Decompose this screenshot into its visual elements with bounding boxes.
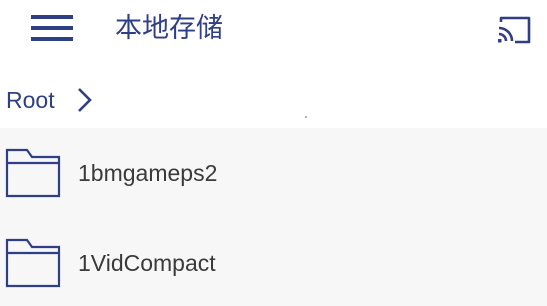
toolbar: 本地存储 (0, 0, 547, 60)
cast-button[interactable] (495, 13, 533, 45)
menu-button[interactable] (28, 10, 76, 46)
breadcrumb-root[interactable]: Root (6, 87, 55, 113)
folder-icon (5, 238, 61, 288)
folder-icon (5, 148, 61, 198)
divider-dot (305, 116, 307, 118)
folder-name: 1bmgameps2 (78, 160, 218, 186)
cast-icon (498, 16, 531, 44)
list-item-folder[interactable]: 1bmgameps2 (0, 128, 547, 218)
list-item-folder[interactable]: 1VidCompact (0, 218, 547, 306)
folder-name: 1VidCompact (78, 250, 216, 276)
page-title: 本地存储 (115, 13, 223, 44)
file-list: 1bmgameps2 1VidCompact (0, 128, 547, 306)
app-window: 本地存储 Root 1bmgameps2 1VidCompact (0, 0, 547, 306)
hamburger-menu-icon (31, 15, 73, 41)
breadcrumb: Root (0, 80, 547, 120)
chevron-right-icon (78, 88, 92, 112)
